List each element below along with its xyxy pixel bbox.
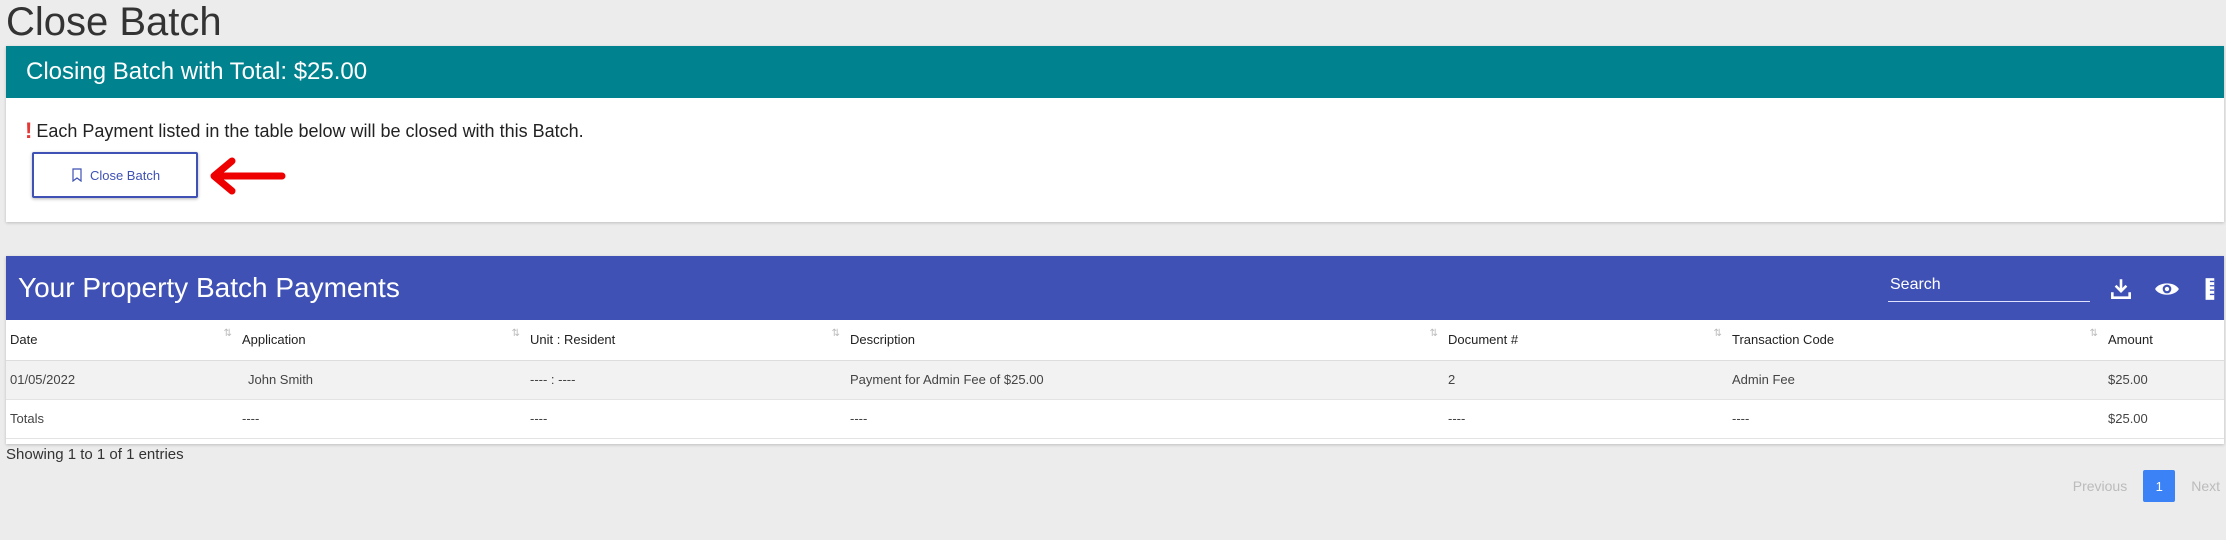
cell-unit-resident: ---- bbox=[526, 399, 846, 439]
column-header-application[interactable]: Application ⇅ bbox=[238, 320, 526, 361]
cell-amount: $25.00 bbox=[2104, 360, 2224, 400]
pagination-page-1[interactable]: 1 bbox=[2143, 470, 2176, 502]
table-row[interactable]: 01/05/2022 John Smith ---- : ---- Paymen… bbox=[6, 360, 2224, 400]
close-batch-button[interactable]: Close Batch bbox=[32, 152, 198, 198]
sort-icon[interactable]: ⇅ bbox=[2090, 328, 2098, 339]
cell-description: Payment for Admin Fee of $25.00 bbox=[846, 360, 1444, 400]
pagination-next[interactable]: Next bbox=[2191, 478, 2220, 494]
red-arrow-icon bbox=[210, 157, 286, 195]
search-field bbox=[1888, 270, 2090, 302]
cell-document: 2 bbox=[1444, 360, 1728, 400]
pagination-previous[interactable]: Previous bbox=[2073, 478, 2127, 494]
batch-payments-card: Your Property Batch Payments Date⇅ Appli… bbox=[6, 256, 2224, 444]
batch-notice: ! Each Payment listed in the table below… bbox=[25, 120, 584, 142]
column-header-description[interactable]: Description ⇅ bbox=[846, 320, 1444, 361]
download-icon[interactable] bbox=[2108, 276, 2134, 302]
sort-icon[interactable]: ⇅ bbox=[832, 328, 840, 339]
totals-row: Totals ---- ---- ---- ---- ---- $25.00 bbox=[6, 399, 2224, 439]
sort-icon[interactable]: ⇅ bbox=[1714, 328, 1722, 339]
exclamation-icon: ! bbox=[25, 118, 33, 143]
close-batch-card: Closing Batch with Total: $25.00 ! Each … bbox=[6, 46, 2224, 222]
column-header-date[interactable]: Date ⇅ bbox=[6, 320, 238, 361]
cell-transaction-code: Admin Fee bbox=[1728, 360, 2104, 400]
column-header-unit-resident[interactable]: Unit : Resident ⇅ bbox=[526, 320, 846, 361]
cell-unit-resident: ---- : ---- bbox=[526, 360, 846, 400]
table-header-row: Date ⇅ Application ⇅ Unit : Resident ⇅ Desc… bbox=[6, 320, 2224, 361]
cell-description: ---- bbox=[846, 399, 1444, 439]
cell-date: 01/05/2022 bbox=[6, 360, 238, 400]
sort-icon[interactable]: ⇅ bbox=[512, 328, 520, 339]
bookmark-icon bbox=[72, 168, 82, 182]
column-header-transaction-code[interactable]: Transaction Code ⇅ bbox=[1728, 320, 2104, 361]
batch-payments-title: Your Property Batch Payments bbox=[18, 272, 400, 303]
cell-document: ---- bbox=[1444, 399, 1728, 439]
sort-icon[interactable]: ⇅ bbox=[1430, 328, 1438, 339]
cell-date: Totals bbox=[6, 399, 238, 439]
close-batch-body: ! Each Payment listed in the table below… bbox=[6, 98, 2224, 222]
cell-application: John Smith bbox=[238, 360, 526, 400]
table-info: Showing 1 to 1 of 1 entries bbox=[6, 446, 184, 463]
cell-application: ---- bbox=[238, 399, 526, 439]
sort-icon[interactable]: ⇅ bbox=[224, 328, 232, 339]
search-input[interactable] bbox=[1888, 270, 2090, 300]
batch-payments-header: Your Property Batch Payments bbox=[6, 256, 2224, 320]
column-header-document[interactable]: Document # ⇅ bbox=[1444, 320, 1728, 361]
column-header-amount[interactable]: Amount bbox=[2104, 320, 2224, 361]
close-batch-button-label: Close Batch bbox=[89, 167, 161, 183]
columns-icon[interactable] bbox=[2198, 276, 2224, 302]
close-batch-header: Closing Batch with Total: $25.00 bbox=[6, 46, 2224, 98]
batch-payments-table: Date ⇅ Application ⇅ Unit : Resident ⇅ Desc… bbox=[6, 320, 2224, 439]
pagination: Previous 1 Next bbox=[2073, 470, 2220, 502]
batch-notice-text: Each Payment listed in the table below w… bbox=[36, 120, 584, 141]
cell-transaction-code: ---- bbox=[1728, 399, 2104, 439]
page-title: Close Batch bbox=[6, 0, 222, 44]
eye-icon[interactable] bbox=[2154, 276, 2180, 302]
cell-amount: $25.00 bbox=[2104, 399, 2224, 439]
